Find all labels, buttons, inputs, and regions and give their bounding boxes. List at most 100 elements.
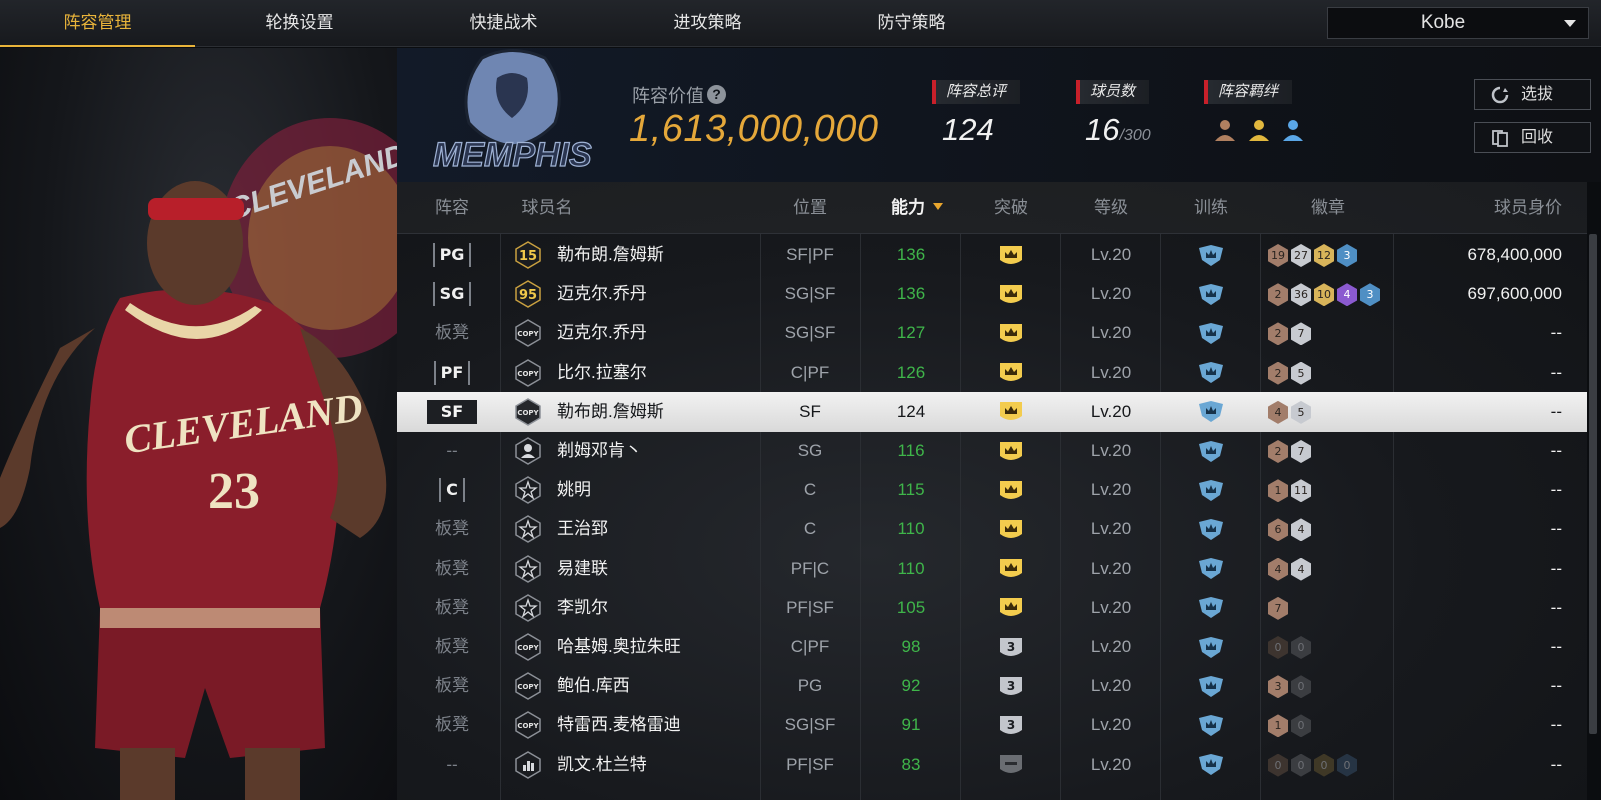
select-button[interactable]: 选拔 xyxy=(1474,79,1591,110)
bond-blue-icon[interactable] xyxy=(1283,120,1303,141)
lineup-role: -- xyxy=(417,745,487,785)
badge-count-hex: 4 xyxy=(1291,518,1311,542)
cards-icon xyxy=(1492,130,1508,147)
player-level: Lv.20 xyxy=(1090,519,1132,539)
user-dropdown[interactable]: Kobe xyxy=(1327,7,1589,39)
card-icon-text: 95 xyxy=(519,288,537,303)
training-shield-icon xyxy=(1199,518,1223,540)
recycle-button[interactable]: 回收 xyxy=(1474,122,1591,153)
table-row[interactable]: 板凳 COPY 迈克尔.乔丹 SG|SF 127 Lv.20 2 7 -- xyxy=(397,313,1587,353)
crown-shield-icon xyxy=(1000,441,1022,460)
training-cell xyxy=(1162,509,1260,549)
player-value: -- xyxy=(1550,558,1562,578)
player-power: 127 xyxy=(896,323,926,343)
player-name: 勒布朗.詹姆斯 xyxy=(557,401,664,421)
badge-count-hex: 2 xyxy=(1268,361,1288,385)
table-row[interactable]: -- 剃姆邓肯丶 SG 116 Lv.20 2 7 -- xyxy=(397,431,1587,471)
badge-count-hex: 6 xyxy=(1268,518,1288,542)
col-breakthrough: 突破 xyxy=(994,198,1028,217)
lineup-role-text: SG xyxy=(432,282,472,307)
player-position: SG xyxy=(797,441,823,460)
player-power: 83 xyxy=(901,754,921,774)
breakthrough-cell xyxy=(962,509,1060,549)
crown-shield-icon xyxy=(1000,402,1022,421)
badge-count-hex: 5 xyxy=(1291,400,1311,424)
table-row[interactable]: 板凳 COPY 哈基姆.奥拉朱旺 C|PF 98 3 Lv.20 0 0 -- xyxy=(397,627,1587,667)
player-level: Lv.20 xyxy=(1090,323,1132,343)
crown-shield-icon xyxy=(1000,323,1022,342)
player-value: -- xyxy=(1550,715,1562,735)
table-row[interactable]: C 姚明 C 115 Lv.20 1 11 -- xyxy=(397,470,1587,510)
table-row[interactable]: 板凳 COPY 特雷西.麦格雷迪 SG|SF 91 3 Lv.20 1 0 -- xyxy=(397,705,1587,745)
player-level: Lv.20 xyxy=(1090,441,1132,460)
training-shield-icon xyxy=(1199,401,1223,423)
badges-cell: 27 xyxy=(1263,313,1393,353)
player-value: -- xyxy=(1550,754,1562,774)
tab-rotation-settings[interactable]: 轮换设置 xyxy=(202,0,397,47)
lineup-role: -- xyxy=(417,431,487,471)
copy-card-icon: COPY xyxy=(515,397,541,426)
lineup-role-text: PG xyxy=(432,243,472,267)
card-icon-text: COPY xyxy=(517,683,539,691)
tab-defense-strategy[interactable]: 防守策略 xyxy=(814,0,1009,47)
lineup-summary-header: MEMPHIS 阵容价值 ? 1,613,000,000 阵容总评 124 球员… xyxy=(397,48,1601,182)
lineup-role-text: 板凳 xyxy=(435,558,469,578)
player-level: Lv.20 xyxy=(1090,637,1132,656)
team-logo: MEMPHIS xyxy=(432,49,593,175)
badge-count-hex: 0 xyxy=(1268,636,1288,660)
tab-offense-strategy[interactable]: 进攻策略 xyxy=(610,0,805,47)
player-position: PF|SF xyxy=(786,597,834,617)
player-power: 91 xyxy=(901,715,921,735)
player-value: 678,400,000 xyxy=(1467,245,1562,264)
badge-count-hex: 7 xyxy=(1268,596,1288,620)
tab-lineup-management[interactable]: 阵容管理 xyxy=(0,0,195,47)
level-shield-icon: 3 xyxy=(1000,676,1022,695)
player-value: -- xyxy=(1550,323,1562,343)
breakthrough-level: 3 xyxy=(1007,679,1015,693)
table-row[interactable]: 板凳 王治郅 C 110 Lv.20 6 4 -- xyxy=(397,509,1587,549)
bond-icons[interactable] xyxy=(1211,117,1311,145)
training-shield-icon xyxy=(1199,322,1223,344)
table-row[interactable]: 板凳 易建联 PF|C 110 Lv.20 4 4 -- xyxy=(397,549,1587,589)
lineup-role: PG xyxy=(417,235,487,275)
badge-count-hex: 0 xyxy=(1314,753,1334,777)
table-row[interactable]: SF COPY 勒布朗.詹姆斯 SF 124 Lv.20 4 5 -- xyxy=(397,391,1587,432)
crown-shield-icon xyxy=(1000,519,1022,538)
col-training: 训练 xyxy=(1194,198,1228,217)
badge-count-hex: 4 xyxy=(1291,557,1311,581)
table-row[interactable]: -- 凯文.杜兰特 PF|SF 83 Lv.20 0 0 0 0 -- xyxy=(397,745,1587,785)
help-icon[interactable]: ? xyxy=(707,85,726,104)
col-power-sorted[interactable]: 能力 xyxy=(862,182,972,234)
badges-cell: 30 xyxy=(1263,666,1393,706)
copy-card-icon: COPY xyxy=(515,633,541,661)
sort-desc-icon xyxy=(933,203,943,210)
table-row[interactable]: PG 15 勒布朗.詹姆斯 SF|PF 136 Lv.20 19 27 12 3 678,400,0… xyxy=(397,235,1587,275)
badges-cell: 45 xyxy=(1263,392,1393,432)
badges-cell: 0000 xyxy=(1263,745,1393,785)
player-position: PG xyxy=(797,676,823,696)
training-cell xyxy=(1162,353,1260,393)
bond-bronze-icon[interactable] xyxy=(1215,120,1235,141)
player-power: 110 xyxy=(897,519,925,539)
table-row[interactable]: 板凳 李凯尔 PF|SF 105 Lv.20 7 -- xyxy=(397,588,1587,628)
table-row[interactable]: PF COPY 比尔.拉塞尔 C|PF 126 Lv.20 2 5 -- xyxy=(397,353,1587,393)
training-cell xyxy=(1162,627,1260,667)
training-shield-icon xyxy=(1199,558,1223,580)
lineup-role: 板凳 xyxy=(417,588,487,628)
player-name: 勒布朗.詹姆斯 xyxy=(557,245,664,264)
player-position: SG|SF xyxy=(784,323,836,343)
training-cell xyxy=(1162,666,1260,706)
table-row[interactable]: 板凳 COPY 鲍伯.库西 PG 92 3 Lv.20 3 0 -- xyxy=(397,666,1587,706)
col-position: 位置 xyxy=(793,198,827,217)
player-value: -- xyxy=(1550,401,1562,421)
star-icon xyxy=(515,476,541,505)
player-power: 115 xyxy=(897,480,925,500)
training-cell xyxy=(1162,745,1260,785)
badge-count-hex: 0 xyxy=(1291,636,1311,660)
bond-gold-icon[interactable] xyxy=(1249,120,1269,141)
lineup-role-text: 板凳 xyxy=(435,676,469,696)
tab-quick-tactics[interactable]: 快捷战术 xyxy=(406,0,601,47)
crown-shield-icon xyxy=(1000,480,1022,499)
table-scrollbar[interactable] xyxy=(1589,234,1597,734)
table-row[interactable]: SG 95 迈克尔.乔丹 SG|SF 136 Lv.20 2 36 10 4 3 697,600,00… xyxy=(397,274,1587,314)
